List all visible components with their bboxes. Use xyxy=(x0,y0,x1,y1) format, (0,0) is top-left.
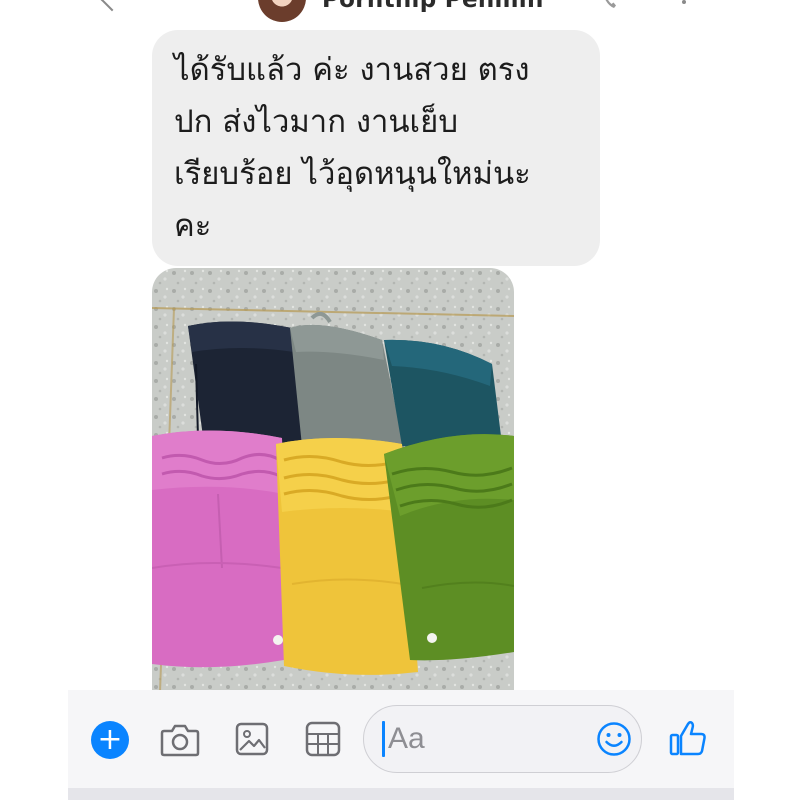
avatar[interactable] xyxy=(258,0,306,22)
more-icon[interactable] xyxy=(682,0,686,4)
sticker-icon-glyph xyxy=(305,721,341,757)
phone-icon-glyph xyxy=(605,0,616,8)
message-line: คะ xyxy=(174,208,212,244)
camera-icon[interactable] xyxy=(160,722,200,758)
message-bubble[interactable]: ได้รับแล้ว ค่ะ งานสวย ตรง ปก ส่งไวมาก งา… xyxy=(152,30,600,266)
pink-shorts xyxy=(152,430,284,668)
chat-screen: Pornthip Penmin ได้รับแล้ว ค่ะ งานสวย ตร… xyxy=(0,0,800,800)
thumbs-up-icon[interactable] xyxy=(668,718,708,758)
message-line: เรียบร้อย ไว้อุดหนุนใหม่นะ xyxy=(174,156,531,192)
contact-name[interactable]: Pornthip Penmin xyxy=(322,0,544,13)
navy-shorts xyxy=(188,321,304,449)
sticker-icon[interactable] xyxy=(305,721,341,757)
shorts-photo xyxy=(152,268,514,692)
message-input[interactable]: Aa xyxy=(363,705,642,773)
emoji-icon[interactable] xyxy=(596,721,632,757)
photo-attachment[interactable] xyxy=(152,268,514,692)
phone-icon[interactable] xyxy=(604,0,616,8)
emoji-icon-glyph xyxy=(597,722,631,756)
image-icon[interactable] xyxy=(235,722,269,756)
input-placeholder: Aa xyxy=(388,722,425,755)
back-chevron-icon[interactable] xyxy=(100,0,124,12)
camera-icon-glyph xyxy=(160,724,200,757)
chat-header: Pornthip Penmin xyxy=(0,0,800,22)
message-line: ปก ส่งไวมาก งานเย็บ xyxy=(174,104,458,140)
image-icon-glyph xyxy=(235,722,269,756)
thumbs-up-icon-glyph xyxy=(669,720,706,756)
text-cursor xyxy=(382,721,385,757)
keyboard-edge xyxy=(68,788,734,800)
message-line: ได้รับแล้ว ค่ะ งานสวย ตรง xyxy=(174,52,530,88)
plus-icon[interactable]: + xyxy=(91,721,129,759)
